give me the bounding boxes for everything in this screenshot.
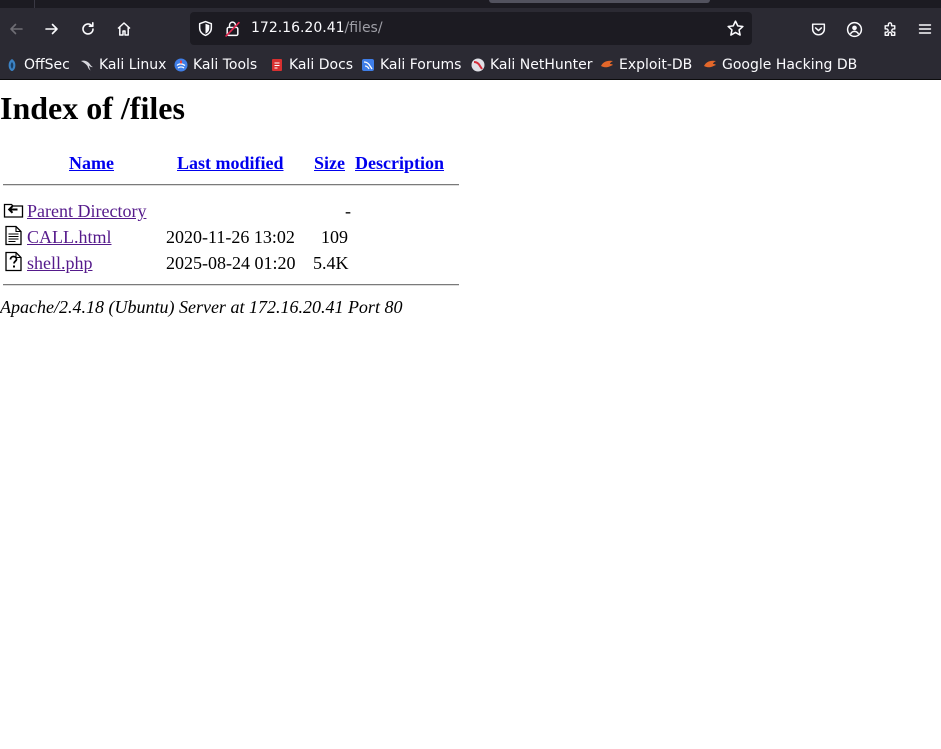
forward-arrow-icon [45,23,58,35]
url-path: /files/ [344,20,383,36]
kali-nethunter-icon [471,58,485,72]
active-tab[interactable] [489,0,710,3]
file-size: 109 [321,227,348,247]
tracking-protection-shield-icon[interactable] [197,20,214,37]
server-signature: Apache/2.4.18 (Ubuntu) Server at 172.16.… [0,297,403,317]
tab-strip [0,0,941,8]
bookmark-label: Kali Docs [289,57,354,73]
ghdb-icon [704,60,716,68]
bookmark-label: Kali Linux [99,57,167,73]
header-divider [3,184,459,186]
reload-button[interactable] [73,14,103,44]
column-header-size[interactable]: Size [314,153,345,173]
exploit-db-icon [601,60,613,68]
bookmark-label: Google Hacking DB [722,57,858,73]
kali-tools-icon [174,58,188,72]
column-header-description[interactable]: Description [355,153,444,173]
unknown-file-icon [5,251,22,272]
footer-divider [3,284,459,286]
url-text[interactable]: 172.16.20.41/files/ [251,20,383,37]
file-size: 5.4K [313,253,349,273]
home-icon [117,22,131,36]
page-content: Index of /files Name Last modified Size … [0,80,941,749]
file-modified: 2020-11-26 13:02 [166,227,295,247]
tab-divider [34,0,35,8]
address-bar[interactable]: 172.16.20.41/files/ [190,12,752,45]
file-link-call-html[interactable]: CALL.html [27,227,112,247]
app-menu-button[interactable] [910,14,940,44]
insecure-lock-icon[interactable] [224,20,241,37]
bookmark-exploit-db[interactable]: Exploit-DB [600,55,692,75]
reload-icon [82,22,94,35]
offsec-icon [8,59,16,71]
navigation-toolbar: 172.16.20.41/files/ [0,8,941,49]
kali-dragon-icon [81,60,93,71]
file-link-shell-php[interactable]: shell.php [27,253,93,273]
bookmark-label: OffSec [24,57,70,73]
bookmark-kali-forums[interactable]: Kali Forums [361,55,461,75]
bookmark-offsec[interactable]: OffSec [5,55,70,75]
account-icon [846,21,862,37]
bookmark-star-icon[interactable] [726,19,745,38]
bookmark-label: Exploit-DB [619,57,693,73]
file-size: - [345,201,351,221]
bookmark-kali-tools[interactable]: Kali Tools [174,55,257,75]
pocket-icon [811,22,825,36]
bookmark-kali-docs[interactable]: Kali Docs [270,55,353,75]
home-button[interactable] [109,14,139,44]
forward-button[interactable] [37,14,67,44]
account-button[interactable] [839,14,869,44]
bookmarks-toolbar: OffSec Kali Linux Kali Tools Kali Docs K… [0,49,941,80]
back-button[interactable] [1,14,31,44]
back-folder-icon [3,203,24,218]
url-host: 172.16.20.41 [251,20,345,36]
bookmark-label: Kali Tools [193,57,258,73]
pocket-button[interactable] [803,14,833,44]
puzzle-piece-icon [883,21,895,36]
bookmark-google-hacking-db[interactable]: Google Hacking DB [703,55,857,75]
text-file-icon [5,225,22,246]
kali-forums-icon [362,59,374,71]
column-header-last-modified[interactable]: Last modified [177,153,284,173]
file-modified: 2025-08-24 01:20 [166,253,296,273]
bookmark-kali-nethunter[interactable]: Kali NetHunter [471,55,592,75]
bookmark-label: Kali NetHunter [490,57,593,73]
back-arrow-icon [10,23,23,35]
bookmark-kali-linux[interactable]: Kali Linux [80,55,166,75]
page-title: Index of /files [0,90,185,126]
column-header-name[interactable]: Name [69,153,114,173]
bookmark-label: Kali Forums [380,57,462,73]
kali-docs-icon [272,59,282,71]
extensions-button[interactable] [875,14,905,44]
hamburger-menu-icon [918,24,932,34]
file-link-parent-directory[interactable]: Parent Directory [27,201,146,221]
